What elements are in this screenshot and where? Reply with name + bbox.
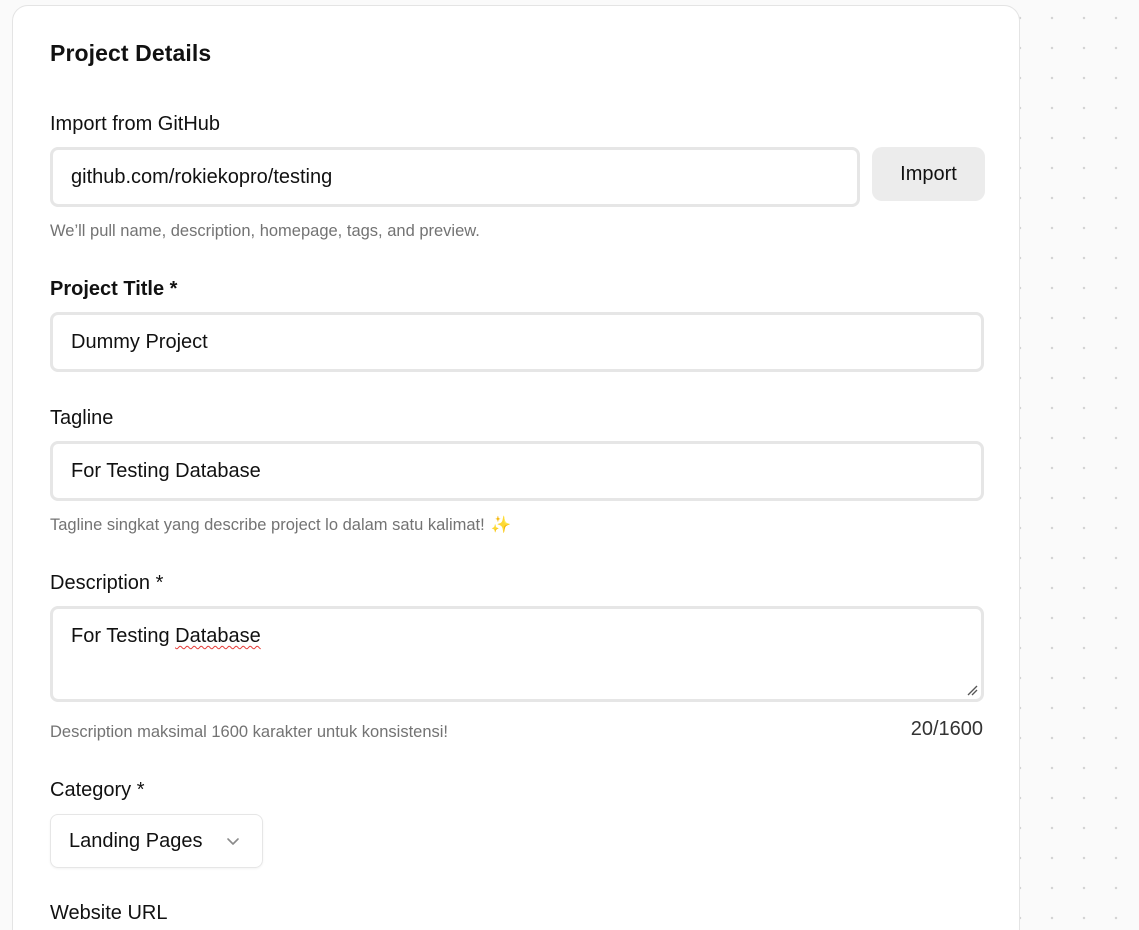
spellcheck-word: Database bbox=[175, 625, 261, 647]
resize-handle-icon[interactable] bbox=[966, 684, 978, 696]
tagline-help: Tagline singkat yang describe project lo… bbox=[50, 516, 511, 535]
description-help: Description maksimal 1600 karakter untuk… bbox=[50, 723, 449, 741]
project-title-input[interactable]: Dummy Project bbox=[50, 312, 984, 372]
category-select[interactable]: Landing Pages bbox=[50, 814, 263, 868]
sparkles-icon: ✨ bbox=[490, 516, 512, 534]
project-details-card: Project Details Import from GitHub githu… bbox=[12, 5, 1020, 930]
github-import-help: We’ll pull name, description, homepage, … bbox=[50, 222, 480, 240]
description-char-counter: 20/1600 bbox=[910, 718, 983, 740]
tagline-input[interactable]: For Testing Database bbox=[50, 441, 984, 501]
tagline-label: Tagline bbox=[50, 407, 114, 429]
category-label: Category * bbox=[50, 779, 145, 801]
chevron-down-icon bbox=[227, 838, 239, 845]
tagline-help-text: Tagline singkat yang describe project lo… bbox=[50, 516, 485, 534]
import-button[interactable]: Import bbox=[872, 147, 985, 201]
project-title-label: Project Title * bbox=[50, 278, 178, 300]
website-url-label: Website URL bbox=[50, 902, 168, 924]
page-title: Project Details bbox=[50, 40, 212, 66]
github-import-label: Import from GitHub bbox=[50, 113, 221, 135]
category-selected-value: Landing Pages bbox=[69, 829, 203, 852]
tagline-value: For Testing Database bbox=[71, 459, 261, 482]
github-url-value: github.com/rokiekopro/testing bbox=[71, 165, 333, 188]
description-value: For Testing Database bbox=[71, 625, 261, 648]
github-url-input[interactable]: github.com/rokiekopro/testing bbox=[50, 147, 860, 207]
description-label: Description * bbox=[50, 572, 164, 594]
description-textarea[interactable]: For Testing Database bbox=[50, 606, 984, 702]
description-value-text: For Testing bbox=[71, 625, 176, 647]
project-title-value: Dummy Project bbox=[71, 330, 208, 353]
